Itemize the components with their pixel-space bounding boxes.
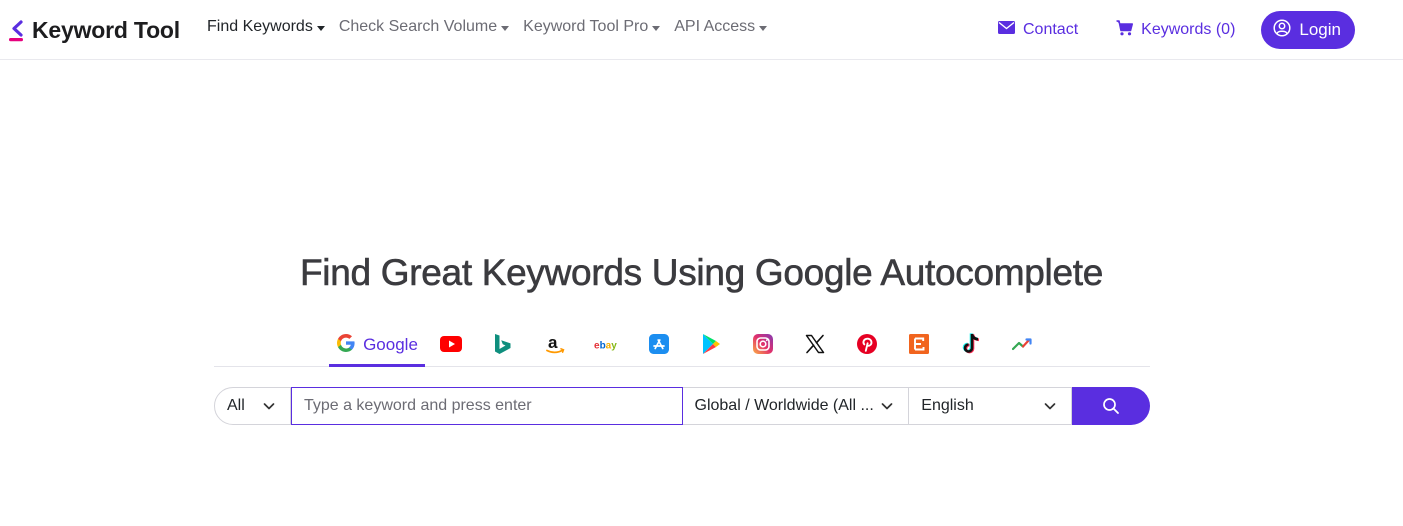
bing-icon — [494, 333, 512, 360]
search-icon — [1103, 398, 1119, 414]
pinterest-icon — [857, 334, 877, 359]
tab-ebay[interactable]: ebay — [589, 326, 625, 367]
country-value: Global / Worldwide (All ... — [694, 397, 874, 414]
tab-x[interactable] — [797, 326, 833, 367]
nav-right: Contact Keywords (0) Login — [986, 11, 1355, 49]
contact-link[interactable]: Contact — [986, 11, 1090, 49]
source-tabs: Google a ebay — [214, 326, 1150, 367]
google-icon — [336, 333, 356, 358]
tab-amazon[interactable]: a — [537, 326, 573, 367]
caret-down-icon — [652, 25, 661, 31]
youtube-icon — [440, 336, 462, 357]
nav-api-access-label: API Access — [674, 18, 756, 35]
main-nav: Find Keywords Check Search Volume Keywor… — [207, 18, 768, 36]
search-bar: All Global / Worldwide (All ... English — [214, 387, 1151, 425]
trends-icon — [1011, 337, 1034, 356]
brand-logo[interactable]: Keyword Tool — [8, 14, 180, 46]
nav-keyword-tool-pro[interactable]: Keyword Tool Pro — [523, 18, 661, 36]
keywords-cart-link[interactable]: Keywords (0) — [1104, 11, 1247, 49]
search-type-select[interactable]: All — [214, 387, 291, 425]
user-circle-icon — [1273, 18, 1291, 42]
page-title: Find Great Keywords Using Google Autocom… — [300, 252, 1104, 294]
chevron-down-icon — [881, 403, 893, 410]
tab-pinterest[interactable] — [849, 326, 885, 367]
app-store-icon — [649, 334, 669, 359]
caret-down-icon — [316, 25, 325, 31]
nav-check-search-volume-label: Check Search Volume — [338, 18, 498, 35]
etsy-icon — [909, 334, 929, 359]
svg-text:a: a — [548, 333, 558, 352]
keyword-search-input[interactable] — [290, 387, 683, 425]
nav-keyword-tool-pro-label: Keyword Tool Pro — [523, 18, 649, 35]
tab-etsy[interactable] — [901, 326, 937, 367]
brand-name: Keyword Tool — [32, 16, 180, 43]
search-button[interactable] — [1072, 387, 1151, 425]
svg-text:ebay: ebay — [594, 340, 617, 351]
keyword-tool-logo-icon — [8, 17, 26, 43]
search-type-value: All — [227, 397, 245, 414]
tiktok-icon — [961, 333, 981, 360]
caret-down-icon — [501, 25, 510, 31]
chevron-down-icon — [263, 403, 275, 410]
tab-instagram[interactable] — [745, 326, 781, 367]
tab-tiktok[interactable] — [953, 326, 989, 367]
nav-api-access[interactable]: API Access — [674, 18, 768, 36]
tab-youtube[interactable] — [433, 326, 469, 367]
country-select[interactable]: Global / Worldwide (All ... — [682, 387, 910, 425]
nav-find-keywords-label: Find Keywords — [207, 18, 313, 35]
tab-bing[interactable] — [485, 326, 521, 367]
language-select[interactable]: English — [909, 387, 1073, 425]
tab-google-label: Google — [363, 335, 418, 354]
x-icon — [805, 334, 825, 359]
amazon-icon: a — [544, 333, 566, 360]
chevron-down-icon — [1044, 403, 1056, 410]
nav-find-keywords[interactable]: Find Keywords — [207, 18, 325, 36]
instagram-icon — [753, 334, 773, 359]
caret-down-icon — [759, 25, 768, 31]
ebay-icon: ebay — [594, 338, 620, 356]
tab-google[interactable]: Google — [329, 326, 425, 367]
login-button[interactable]: Login — [1261, 11, 1355, 49]
tab-play-store[interactable] — [693, 326, 729, 367]
top-navbar: Keyword Tool Find Keywords Check Search … — [0, 0, 1403, 60]
login-label: Login — [1299, 20, 1341, 39]
contact-label: Contact — [1023, 21, 1079, 38]
language-value: English — [921, 397, 974, 414]
cart-icon — [1116, 19, 1134, 41]
nav-check-search-volume[interactable]: Check Search Volume — [338, 18, 510, 36]
tab-app-store[interactable] — [641, 326, 677, 367]
keywords-cart-label: Keywords (0) — [1141, 21, 1236, 38]
tab-trends[interactable] — [1005, 326, 1041, 367]
play-store-icon — [701, 333, 721, 360]
envelope-icon — [998, 21, 1015, 39]
